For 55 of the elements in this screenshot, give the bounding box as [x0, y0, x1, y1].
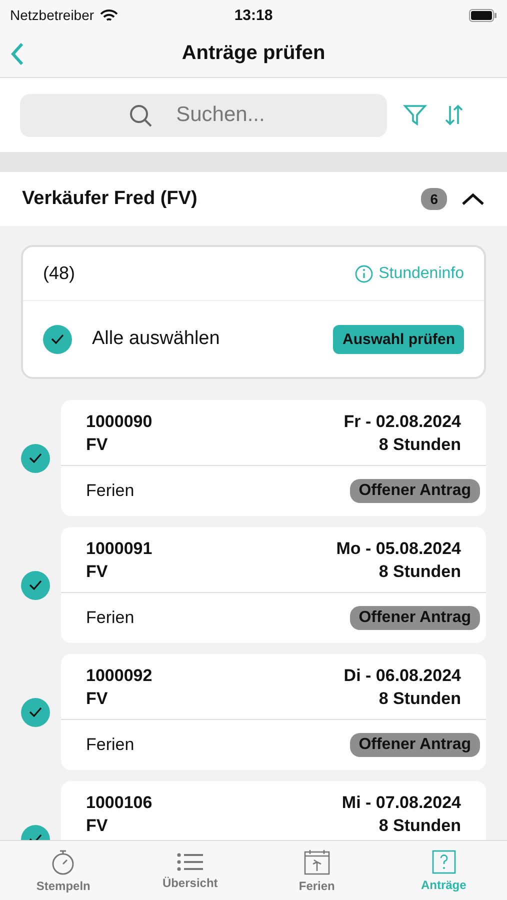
request-hours: 8 Stunden	[378, 434, 461, 456]
tab-bar-item[interactable]: Stempeln	[0, 841, 127, 900]
employee-code: FV	[86, 434, 108, 456]
checkbox[interactable]	[21, 570, 50, 600]
tab-bar-item[interactable]: Ferien	[254, 841, 380, 900]
request-type: Ferien	[86, 735, 134, 755]
search-field[interactable]: Suchen...	[20, 94, 387, 136]
request-date: Mo - 05.08.2024	[336, 538, 461, 560]
checkmark-icon	[29, 580, 42, 590]
request-date: Fr - 02.08.2024	[344, 411, 461, 433]
request-date: Di - 06.08.2024	[344, 665, 461, 687]
select-all-label: Alle auswählen	[92, 328, 221, 350]
stopwatch-icon	[51, 848, 76, 874]
status-badge: Offener Antrag	[350, 606, 480, 630]
request-hours: 8 Stunden	[378, 815, 461, 837]
list-icon	[177, 852, 204, 872]
review-selection-button[interactable]: Auswahl prüfen	[333, 324, 464, 354]
request-card[interactable]: 1000091 FV Mo - 05.08.2024 8 Stunden Ferien Offener Antrag	[61, 527, 486, 643]
collapse-button[interactable]	[461, 192, 485, 206]
group-title: Verkäufer Fred (FV)	[22, 188, 198, 210]
request-id: 1000092	[86, 665, 152, 687]
checkmark-icon	[29, 453, 42, 463]
calendar-icon	[304, 848, 330, 874]
request-date: Mi - 07.08.2024	[342, 792, 461, 814]
wifi-icon	[100, 8, 118, 22]
request-card[interactable]: 1000092 FV Di - 06.08.2024 8 Stunden Ferien Offener Antrag	[61, 654, 486, 770]
battery-icon	[469, 8, 497, 22]
request-id: 1000090	[86, 411, 152, 433]
status-badge: Offener Antrag	[350, 479, 480, 503]
request-hours: 8 Stunden	[378, 561, 461, 583]
help-icon	[432, 850, 456, 874]
checkbox[interactable]	[21, 698, 50, 726]
checkbox[interactable]	[21, 444, 50, 472]
info-icon	[354, 264, 373, 282]
request-card[interactable]: 1000106 FV Mi - 07.08.2024 8 Stunden	[61, 781, 486, 840]
request-card[interactable]: 1000090 FV Fr - 02.08.2024 8 Stunden Ferien Offener Antrag	[61, 400, 486, 516]
tab-bar-item[interactable]: Übersicht	[126, 841, 254, 900]
request-type: Ferien	[86, 481, 134, 501]
search-icon	[129, 104, 153, 128]
request-type: Ferien	[86, 608, 134, 628]
request-id: 1000106	[86, 792, 152, 814]
employee-code: FV	[86, 688, 108, 710]
request-id: 1000091	[86, 538, 152, 560]
count-badge: 6	[421, 188, 447, 210]
carrier-name: Netzbetreiber	[10, 7, 94, 23]
employee-code: FV	[86, 561, 108, 583]
request-hours: 8 Stunden	[378, 688, 461, 710]
total-count: (48)	[43, 263, 76, 284]
checkmark-icon	[51, 334, 64, 344]
employee-code: FV	[86, 815, 108, 837]
clock-time: 13:18	[234, 6, 273, 24]
status-badge: Offener Antrag	[350, 733, 480, 757]
screen-title: Anträge prüfen	[182, 42, 326, 65]
checkmark-icon	[29, 707, 42, 717]
checkbox[interactable]	[43, 324, 72, 354]
